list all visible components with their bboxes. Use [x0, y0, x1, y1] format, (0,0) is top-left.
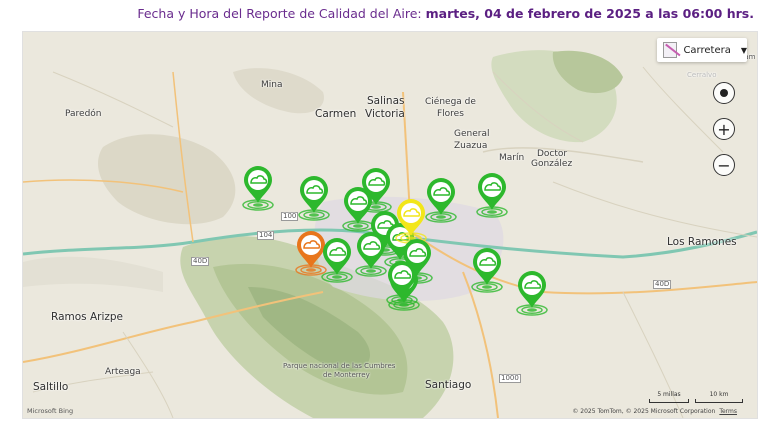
report-header: Fecha y Hora del Reporte de Calidad del … [0, 0, 768, 28]
air-quality-pin-icon [355, 232, 387, 277]
highway-shield-1000: 1000 [499, 374, 521, 383]
terms-link[interactable]: Terms [719, 408, 737, 415]
place-label-paredon: Paredón [65, 109, 102, 119]
place-label-ramos-arizpe: Ramos Arizpe [51, 311, 124, 323]
copyright-text: © 2025 TomTom, © 2025 Microsoft Corporat… [572, 408, 716, 415]
air-quality-pin-icon [386, 261, 418, 306]
map-style-label: Carretera [683, 44, 731, 56]
place-label-carmen: Carmen [315, 108, 357, 120]
chevron-down-icon: ▼ [740, 45, 747, 55]
air-quality-pin-icon [298, 176, 330, 221]
place-label-santiago: Santiago [425, 379, 472, 391]
place-label-cienega: Ciénega de [425, 97, 476, 107]
station-marker-good[interactable] [470, 247, 504, 293]
air-quality-pin-icon [516, 271, 548, 316]
scale-km: 10 km [695, 391, 743, 403]
place-label-mina: Mina [261, 80, 283, 90]
place-label-gonzalez: González [531, 159, 573, 169]
plus-icon: + [717, 119, 731, 139]
station-marker-good[interactable] [297, 175, 331, 221]
scale-miles-label: 5 millas [657, 391, 681, 398]
place-label-flores: Flores [437, 109, 464, 119]
map-attribution: © 2025 TomTom, © 2025 Microsoft Corporat… [572, 408, 737, 415]
zoom-in-button[interactable]: + [713, 118, 735, 140]
minus-icon: − [717, 155, 731, 175]
highway-shield-104: 104 [257, 231, 275, 240]
report-datetime: martes, 04 de febrero de 2025 a las 06:0… [425, 6, 754, 21]
scale-miles: 5 millas [649, 391, 689, 403]
scale-km-label: 10 km [709, 391, 729, 398]
place-label-parque-2: de Monterrey [323, 371, 370, 379]
place-label-saltillo: Saltillo [33, 381, 69, 393]
station-marker-good[interactable] [354, 231, 388, 277]
zoom-out-button[interactable]: − [713, 154, 735, 176]
microsoft-bing-logo: Microsoft Bing [27, 407, 74, 415]
station-marker-good[interactable] [320, 237, 354, 283]
highway-shield-40d-east: 40D [653, 280, 672, 289]
place-label-parque: Parque nacional de las Cumbres [283, 362, 396, 370]
air-quality-pin-icon [471, 248, 503, 293]
road-map-icon [663, 42, 678, 58]
locate-me-button[interactable] [713, 82, 735, 104]
highway-shield-100: 100 [281, 212, 299, 221]
map-style-selector[interactable]: Carretera ▼ [657, 38, 747, 62]
place-label-arteaga: Arteaga [105, 367, 141, 377]
air-quality-pin-icon [321, 238, 353, 283]
air-quality-map[interactable]: Mina Paredón Carmen Salinas Victoria Cié… [22, 31, 758, 419]
station-marker-good[interactable] [475, 172, 509, 218]
air-quality-pin-icon [476, 173, 508, 218]
station-marker-good[interactable] [241, 165, 275, 211]
station-marker-good[interactable] [424, 177, 458, 223]
place-label-victoria: Victoria [365, 108, 405, 120]
place-label-los-ramones: Los Ramones [667, 236, 737, 248]
report-header-prefix: Fecha y Hora del Reporte de Calidad del … [137, 6, 422, 21]
air-quality-pin-icon [425, 178, 457, 223]
air-quality-pin-icon [242, 166, 274, 211]
station-marker-good[interactable] [515, 270, 549, 316]
place-label-salinas: Salinas [367, 95, 405, 107]
station-marker-good[interactable] [385, 260, 419, 306]
place-label-cerralvo: Cerralvo [687, 71, 717, 79]
place-label-general: General [454, 129, 490, 139]
locate-icon [720, 89, 728, 97]
highway-shield-40d: 40D [191, 257, 210, 266]
place-label-marin: Marín [499, 153, 525, 163]
place-label-doctor: Doctor [537, 149, 568, 159]
place-label-zuazua: Zuazua [454, 141, 488, 151]
